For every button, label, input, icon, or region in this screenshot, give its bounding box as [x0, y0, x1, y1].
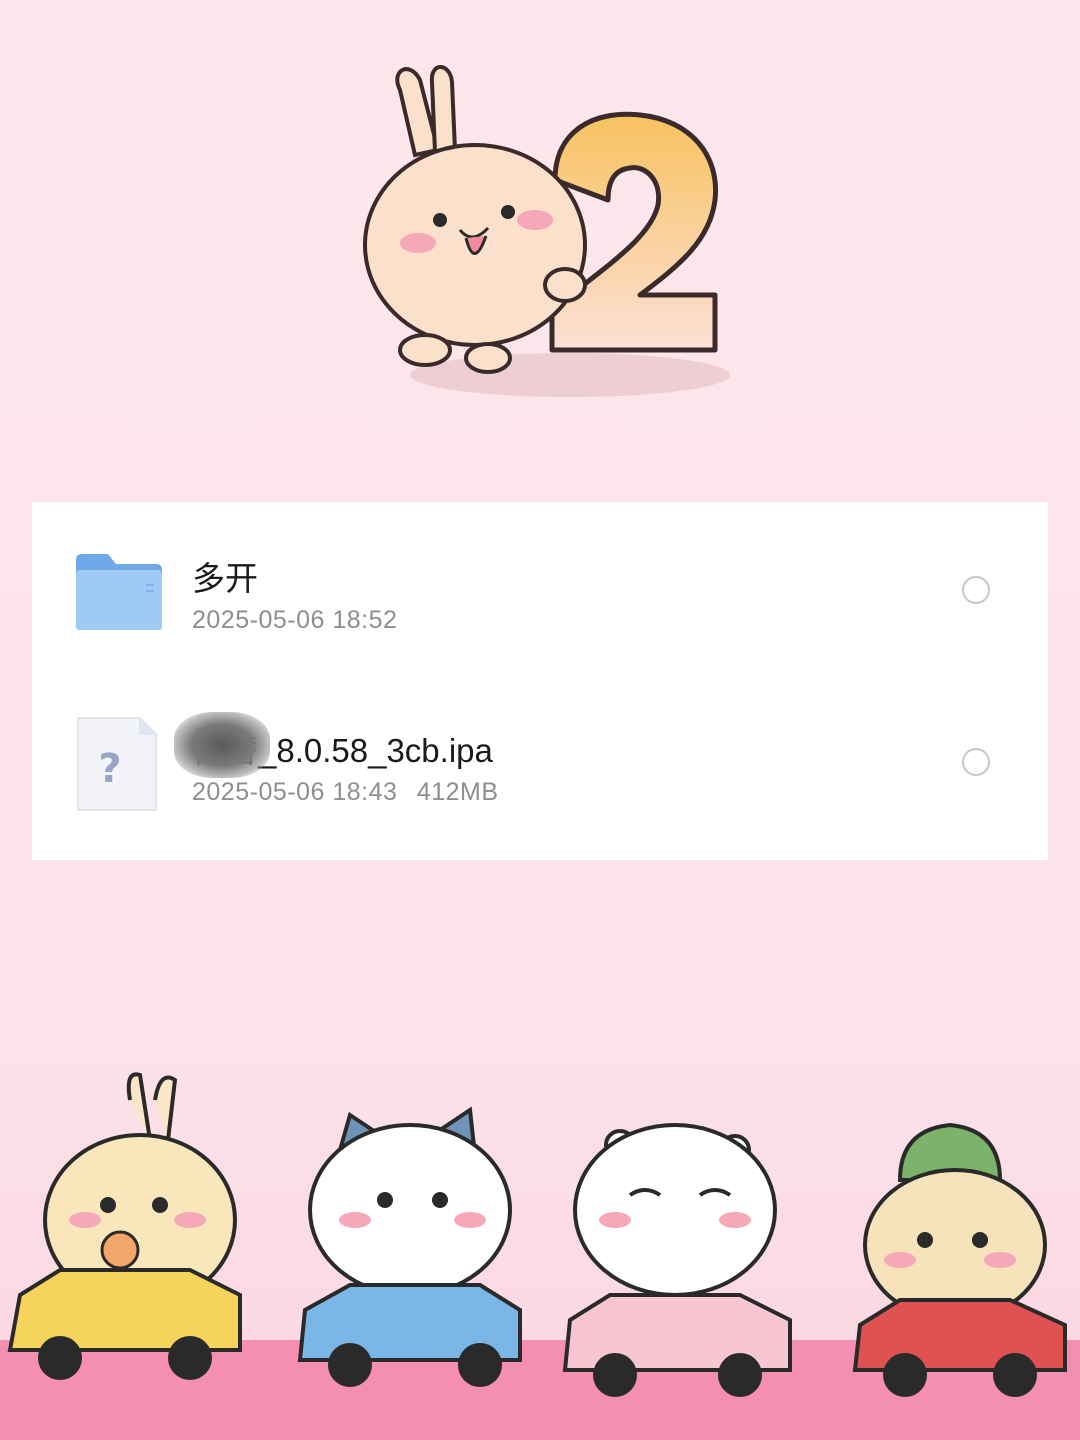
folder-icon: [76, 554, 162, 630]
file-list: 多开 2025-05-06 18:52 ? 宫替_8.0.58_3cb.ipa …: [32, 502, 1048, 860]
file-row[interactable]: 多开 2025-05-06 18:52: [32, 502, 1048, 674]
bunny-car-illustration: [7, 1072, 242, 1380]
select-radio[interactable]: [962, 576, 990, 604]
bunny-number-illustration: [363, 65, 730, 397]
kappa-car-illustration: [852, 1122, 1067, 1397]
bear-car-illustration: [562, 1123, 792, 1397]
redaction-blur: [174, 712, 270, 778]
file-timestamp: 2025-05-06 18:43: [192, 778, 398, 806]
characters-in-cars-illustration: [7, 1072, 1067, 1397]
file-meta: 2025-05-06 18:43 412MB: [192, 778, 499, 807]
file-size: 412MB: [416, 778, 499, 806]
file-row[interactable]: ? 宫替_8.0.58_3cb.ipa 2025-05-06 18:43 412…: [32, 674, 1048, 846]
select-radio[interactable]: [962, 748, 990, 776]
file-name: 多开: [192, 560, 258, 597]
file-date: 2025-05-06 18:52: [192, 606, 397, 635]
svg-text:?: ?: [98, 746, 121, 792]
file-timestamp: 2025-05-06 18:52: [192, 606, 398, 634]
cat-car-illustration: [297, 1106, 522, 1387]
unknown-file-icon: ?: [77, 717, 157, 811]
